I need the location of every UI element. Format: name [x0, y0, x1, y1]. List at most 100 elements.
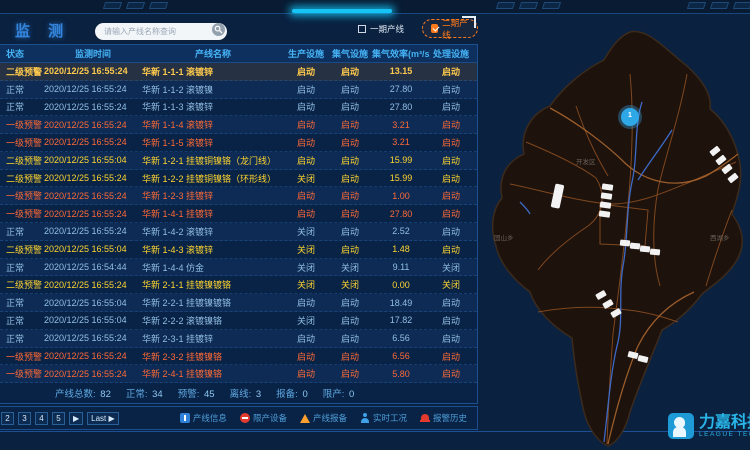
cell-name: 华新 1-2-2 挂镀铜镍铬（环形线）	[142, 172, 284, 185]
phase1-checkbox[interactable]: 一期产线	[358, 23, 404, 35]
search-button[interactable]	[212, 23, 225, 36]
table-row[interactable]: 二级预警2020/12/25 16:55:04华新 1-2-1 挂镀铜镍铬（龙门…	[0, 152, 477, 170]
cell-gas: 启动	[328, 136, 372, 149]
cell-gas: 关闭	[328, 278, 372, 291]
table-row[interactable]: 二级预警2020/12/25 16:55:04华新 1-4-3 滚镀锌关闭启动1…	[0, 241, 477, 259]
search-input[interactable]	[95, 23, 227, 40]
cell-production: 关闭	[284, 243, 328, 256]
limited-device-icon	[240, 413, 250, 423]
table-row[interactable]: 正常2020/12/25 16:55:04华新 2-2-2 滚镀镍铬关闭启动17…	[0, 312, 477, 330]
cell-status: 一级预警	[0, 136, 44, 149]
cell-time: 2020/12/25 16:55:24	[44, 102, 142, 112]
district-map[interactable]: 1 开发区固山乡西湖乡	[480, 14, 750, 450]
table-row[interactable]: 二级预警2020/12/25 16:55:24华新 1-1-1 滚镀锌启动启动1…	[0, 63, 477, 81]
summary-item: 限产: 0	[323, 386, 355, 400]
table-header-row: 状态监测时间产线名称生产设施集气设施集气效率(m³/s)处理设施	[0, 45, 477, 63]
cell-gas: 启动	[328, 65, 372, 78]
cell-name: 华新 1-4-2 滚镀锌	[142, 225, 284, 238]
cell-gas: 启动	[328, 154, 372, 167]
cell-time: 2020/12/25 16:55:04	[44, 298, 142, 308]
cell-status: 正常	[0, 83, 44, 96]
table-row[interactable]: 正常2020/12/25 16:55:24华新 1-4-2 滚镀锌关闭启动2.5…	[0, 223, 477, 241]
cell-status: 一级预警	[0, 189, 44, 202]
cell-production: 关闭	[284, 314, 328, 327]
cell-production: 启动	[284, 207, 328, 220]
cell-production: 启动	[284, 189, 328, 202]
cell-status: 一级预警	[0, 207, 44, 220]
cell-treatment: 启动	[430, 136, 472, 149]
legend-label: 产线报备	[313, 412, 347, 424]
page-button-5[interactable]: 5	[52, 412, 65, 425]
summary-bar: 产线总数: 82正常: 34预警: 45离线: 3报备: 0限产: 0	[0, 383, 477, 403]
summary-item: 报备: 0	[276, 386, 308, 400]
cell-treatment: 启动	[430, 243, 472, 256]
summary-item: 正常: 34	[126, 386, 163, 400]
cell-status: 正常	[0, 314, 44, 327]
cell-time: 2020/12/25 16:54:44	[44, 262, 142, 272]
cell-status: 二级预警	[0, 154, 44, 167]
table-row[interactable]: 二级预警2020/12/25 16:55:24华新 2-1-1 挂镀镍镀铬关闭关…	[0, 276, 477, 294]
table-row[interactable]: 一级预警2020/12/25 16:55:24华新 1-1-4 滚镀锌启动启动3…	[0, 116, 477, 134]
cell-production: 启动	[284, 332, 328, 345]
cell-name: 华新 1-1-4 滚镀锌	[142, 118, 284, 131]
table-body: 二级预警2020/12/25 16:55:24华新 1-1-1 滚镀锌启动启动1…	[0, 63, 477, 383]
cell-name: 华新 1-4-4 仿金	[142, 261, 284, 274]
header-decor-right	[688, 2, 750, 9]
cell-gas: 启动	[328, 332, 372, 345]
cell-time: 2020/12/25 16:55:24	[44, 226, 142, 236]
table-row[interactable]: 正常2020/12/25 16:55:24华新 2-3-1 挂镀锌启动启动6.5…	[0, 330, 477, 348]
cell-time: 2020/12/25 16:55:04	[44, 244, 142, 254]
cell-name: 华新 1-2-3 挂镀锌	[142, 189, 284, 202]
last-page-button[interactable]: Last ▶	[87, 412, 119, 425]
page-button-2[interactable]: 2	[1, 412, 14, 425]
legend-bar: 产线信息 限产设备 产线报备 实时工况 报警历史	[180, 412, 477, 424]
table-row[interactable]: 正常2020/12/25 16:55:04华新 2-2-1 挂镀镍镀铬启动启动1…	[0, 294, 477, 312]
table-row[interactable]: 正常2020/12/25 16:55:24华新 1-1-2 滚镀镍启动启动27.…	[0, 81, 477, 99]
cell-efficiency: 27.80	[372, 84, 430, 94]
cell-name: 华新 1-4-1 挂镀锌	[142, 207, 284, 220]
column-header-4: 集气设施	[328, 47, 372, 60]
table-row[interactable]: 二级预警2020/12/25 16:55:24华新 1-2-2 挂镀铜镍铬（环形…	[0, 170, 477, 188]
summary-item: 离线: 3	[230, 386, 262, 400]
cell-gas: 启动	[328, 296, 372, 309]
cell-name: 华新 1-2-1 挂镀铜镍铬（龙门线）	[142, 154, 284, 167]
cell-time: 2020/12/25 16:55:24	[44, 84, 142, 94]
legend-item[interactable]: 产线信息	[180, 412, 227, 424]
page-button-3[interactable]: 3	[18, 412, 31, 425]
table-row[interactable]: 一级预警2020/12/25 16:55:24华新 1-2-3 挂镀锌启动启动1…	[0, 187, 477, 205]
logo-title: 力嘉科技	[699, 415, 750, 431]
legend-item[interactable]: 报警历史	[420, 412, 467, 424]
table-row[interactable]: 正常2020/12/25 16:55:24华新 1-1-3 滚镀锌启动启动27.…	[0, 99, 477, 117]
table-row[interactable]: 正常2020/12/25 16:54:44华新 1-4-4 仿金关闭关闭9.11…	[0, 259, 477, 277]
cell-gas: 启动	[328, 243, 372, 256]
cell-efficiency: 9.11	[372, 262, 430, 272]
cell-name: 华新 2-3-2 挂镀镍铬	[142, 350, 284, 363]
table-row[interactable]: 一级预警2020/12/25 16:55:24华新 1-4-1 挂镀锌启动启动2…	[0, 205, 477, 223]
cell-time: 2020/12/25 16:55:24	[44, 191, 142, 201]
legend-item[interactable]: 产线报备	[300, 412, 347, 424]
cell-production: 关闭	[284, 172, 328, 185]
summary-value: 0	[302, 389, 307, 400]
summary-label: 产线总数:	[55, 389, 98, 400]
cell-status: 一级预警	[0, 367, 44, 380]
table-row[interactable]: 一级预警2020/12/25 16:55:24华新 2-3-2 挂镀镍铬启动启动…	[0, 348, 477, 366]
page-button-4[interactable]: 4	[35, 412, 48, 425]
cell-production: 启动	[284, 118, 328, 131]
checkbox-checked-icon	[431, 24, 438, 33]
cell-status: 正常	[0, 225, 44, 238]
cell-time: 2020/12/25 16:55:24	[44, 120, 142, 130]
legend-item[interactable]: 限产设备	[240, 412, 287, 424]
table-row[interactable]: 一级预警2020/12/25 16:55:24华新 1-1-5 滚镀锌启动启动3…	[0, 134, 477, 152]
column-header-2: 产线名称	[142, 47, 284, 60]
summary-value: 3	[256, 389, 261, 400]
column-header-3: 生产设施	[284, 47, 328, 60]
cluster-marker-count: 1	[628, 112, 632, 119]
next-page-button[interactable]: ▶	[69, 412, 83, 425]
legend-item[interactable]: 实时工况	[360, 412, 407, 424]
table-row[interactable]: 一级预警2020/12/25 16:55:24华新 2-4-1 挂镀镍铬启动启动…	[0, 365, 477, 383]
cell-gas: 启动	[328, 367, 372, 380]
company-logo: 力嘉科技 LEAGUE TECH	[668, 413, 750, 439]
cell-efficiency: 3.21	[372, 137, 430, 147]
cell-gas: 启动	[328, 172, 372, 185]
cell-efficiency: 18.49	[372, 298, 430, 308]
